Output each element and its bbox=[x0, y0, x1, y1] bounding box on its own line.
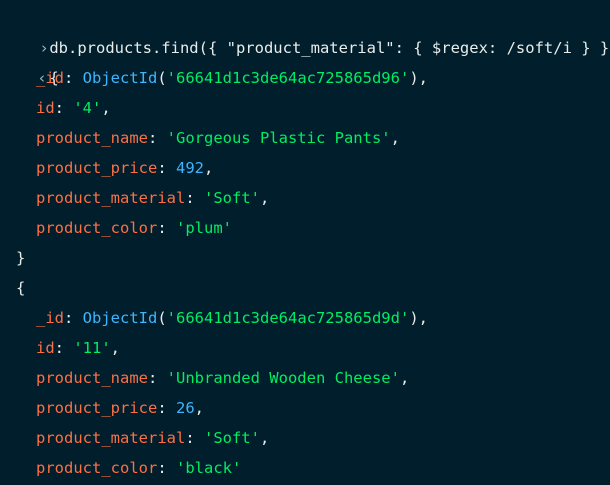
document-open-line: ‹{ bbox=[0, 33, 58, 87]
field-product-price: product_price: 492, bbox=[36, 159, 214, 177]
command-text: db.products.find({ "product_material": {… bbox=[49, 39, 610, 57]
field-key: product_price bbox=[36, 399, 158, 417]
command-line: ›db.products.find({ "product_material": … bbox=[0, 3, 610, 57]
field-value: 492 bbox=[176, 159, 204, 177]
field-key: product_color bbox=[36, 459, 158, 477]
field-key: product_name bbox=[36, 129, 148, 147]
objectid-fn: ObjectId bbox=[82, 309, 158, 327]
field-key: _id bbox=[36, 309, 64, 327]
field-product-color: product_color: 'black' bbox=[36, 459, 242, 477]
field-id: id: '4', bbox=[36, 99, 111, 117]
field-_id: _id: ObjectId('66641d1c3de64ac725865d9d'… bbox=[36, 309, 428, 327]
field-key: product_name bbox=[36, 369, 148, 387]
field-key: _id bbox=[36, 69, 64, 87]
field-product-material: product_material: 'Soft', bbox=[36, 189, 270, 207]
field-value: 'Gorgeous Plastic Pants' bbox=[166, 129, 391, 147]
field-value: 'black' bbox=[176, 459, 242, 477]
field-product-material: product_material: 'Soft', bbox=[36, 429, 270, 447]
document-close-brace: } bbox=[16, 249, 26, 267]
field-value: 26 bbox=[176, 399, 195, 417]
document-open-line: { bbox=[0, 273, 25, 303]
field-key: product_material bbox=[36, 429, 186, 447]
document-open-brace: { bbox=[16, 279, 26, 297]
field-key: product_price bbox=[36, 159, 158, 177]
field-_id: _id: ObjectId('66641d1c3de64ac725865d96'… bbox=[36, 69, 428, 87]
field-value: '66641d1c3de64ac725865d96' bbox=[166, 69, 410, 87]
field-product-price: product_price: 26, bbox=[36, 399, 205, 417]
document-close-line: } bbox=[0, 243, 25, 273]
field-product-name: product_name: 'Unbranded Wooden Cheese', bbox=[36, 369, 410, 387]
field-product-color: product_color: 'plum' bbox=[36, 219, 232, 237]
field-key: id bbox=[36, 99, 55, 117]
mongo-shell-output: ›db.products.find({ "product_material": … bbox=[0, 0, 610, 485]
field-value: 'Unbranded Wooden Cheese' bbox=[166, 369, 400, 387]
field-product-name: product_name: 'Gorgeous Plastic Pants', bbox=[36, 129, 400, 147]
field-key: id bbox=[36, 339, 55, 357]
field-key: product_material bbox=[36, 189, 186, 207]
field-value: 'Soft' bbox=[203, 429, 260, 447]
field-value: '11' bbox=[73, 339, 111, 357]
objectid-fn: ObjectId bbox=[82, 69, 158, 87]
field-value: '66641d1c3de64ac725865d9d' bbox=[166, 309, 410, 327]
field-id: id: '11', bbox=[36, 339, 121, 357]
field-key: product_color bbox=[36, 219, 158, 237]
field-value: '4' bbox=[73, 99, 102, 117]
field-value: 'Soft' bbox=[203, 189, 260, 207]
field-value: 'plum' bbox=[176, 219, 232, 237]
